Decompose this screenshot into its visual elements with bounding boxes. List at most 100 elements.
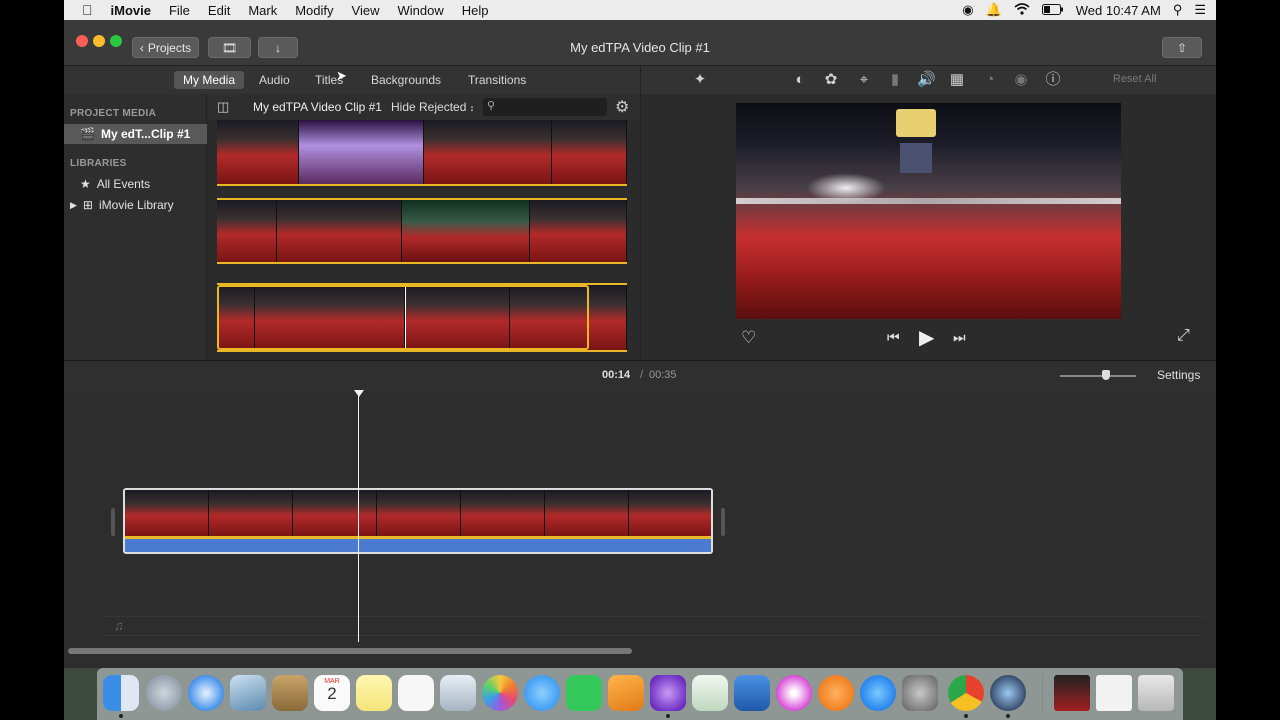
menu-edit[interactable]: Edit — [199, 3, 239, 18]
playhead[interactable] — [358, 390, 359, 642]
video-preview[interactable] — [736, 103, 1121, 319]
sidebar-item-imovie-library[interactable]: ▶ ⊞ iMovie Library — [64, 195, 207, 215]
viewer-pane: ♡ ⏮ ▶ ⏭ ⤢ — [640, 94, 1216, 360]
sidebar-toggle-icon[interactable]: ◫ — [217, 99, 229, 115]
timeline-clip[interactable] — [123, 488, 713, 554]
tab-my-media[interactable]: My Media — [174, 71, 245, 89]
browser-header: ◫ My edTPA Video Clip #1 Hide Rejected ↕… — [207, 94, 640, 120]
browser-clip[interactable] — [217, 198, 627, 264]
browser-clip[interactable] — [217, 283, 627, 352]
magic-wand-icon[interactable]: ✦ — [691, 71, 709, 89]
quicktime-icon[interactable] — [990, 675, 1026, 711]
battery-icon[interactable] — [1041, 3, 1064, 18]
notes-icon[interactable] — [356, 675, 392, 711]
menu-modify[interactable]: Modify — [286, 3, 342, 18]
menu-app-name[interactable]: iMovie — [102, 3, 160, 18]
notification-bell-icon[interactable]: 🔔 — [986, 2, 1002, 18]
play-icon[interactable]: ▶ — [919, 325, 934, 350]
share-button[interactable]: ⇧ — [1162, 37, 1202, 58]
stabilization-icon[interactable]: ▮ — [886, 71, 904, 89]
calendar-icon[interactable]: MAR 2 — [314, 675, 350, 711]
letterbox-left — [0, 0, 64, 720]
scoreboard-image — [900, 143, 932, 173]
skip-forward-icon[interactable]: ⏭ — [953, 329, 966, 346]
finder-icon[interactable] — [103, 675, 139, 711]
clip-filter-icon[interactable]: ◉ — [1012, 71, 1030, 89]
tab-backgrounds[interactable]: Backgrounds — [362, 71, 450, 89]
browser-clip[interactable] — [217, 120, 627, 186]
imovie-icon[interactable] — [650, 675, 686, 711]
photos-icon[interactable] — [482, 675, 518, 711]
photo-booth-icon[interactable] — [440, 675, 476, 711]
selection-range[interactable] — [217, 285, 589, 350]
reminders-icon[interactable] — [398, 675, 434, 711]
audio-waveform[interactable] — [125, 539, 711, 552]
info-icon[interactable]: ⓘ — [1044, 71, 1062, 89]
chrome-icon[interactable] — [948, 675, 984, 711]
screenshot-file-icon[interactable] — [1054, 675, 1090, 711]
numbers-icon[interactable] — [692, 675, 728, 711]
record-icon[interactable]: ◉ — [962, 2, 973, 18]
filter-select[interactable]: Hide Rejected ↕ — [391, 100, 474, 114]
spotlight-search-icon[interactable]: ⚲ — [1173, 2, 1183, 18]
favorite-heart-icon[interactable]: ♡ — [741, 328, 756, 348]
playhead-marker[interactable] — [354, 390, 364, 397]
contacts-icon[interactable] — [272, 675, 308, 711]
document-file-icon[interactable] — [1096, 675, 1132, 711]
imovie-window: ‹ Projects 🎞 ↓ My edTPA Video Clip #1 ⇧ … — [64, 20, 1216, 668]
messages-icon[interactable] — [524, 675, 560, 711]
dock: MAR 2 — [97, 668, 1183, 720]
safari-icon[interactable] — [188, 675, 224, 711]
ibooks-icon[interactable] — [818, 675, 854, 711]
volume-icon[interactable]: 🔊 — [917, 71, 936, 89]
trash-icon[interactable] — [1138, 675, 1174, 711]
gear-icon[interactable]: ⚙ — [615, 97, 629, 117]
speed-icon[interactable]: ◔ — [981, 71, 999, 89]
zoom-slider-knob[interactable] — [1101, 370, 1110, 380]
clip-frame — [530, 200, 627, 262]
itunes-icon[interactable] — [776, 675, 812, 711]
menu-mark[interactable]: Mark — [239, 3, 286, 18]
crop-icon[interactable]: ⌖ — [855, 71, 873, 89]
menu-window[interactable]: Window — [388, 3, 452, 18]
launchpad-icon[interactable] — [146, 675, 182, 711]
sidebar-item-all-events[interactable]: ★ All Events — [64, 174, 207, 194]
system-preferences-icon[interactable] — [902, 675, 938, 711]
skip-back-icon[interactable]: ⏮ — [887, 329, 900, 346]
timeline-end-handle[interactable] — [721, 508, 725, 536]
color-correction-icon[interactable]: ✿ — [822, 71, 840, 89]
color-balance-icon[interactable]: ◐ — [791, 71, 809, 89]
wifi-icon[interactable] — [1014, 2, 1030, 18]
star-icon: ★ — [80, 177, 91, 191]
tab-transitions[interactable]: Transitions — [459, 71, 535, 89]
clip-frame — [629, 490, 711, 536]
window-title: My edTPA Video Clip #1 — [570, 40, 710, 55]
sidebar-item-project[interactable]: 🎬 My edT...Clip #1 — [64, 124, 207, 144]
zoom-slider-track[interactable] — [1060, 375, 1136, 377]
facetime-icon[interactable] — [566, 675, 602, 711]
equalizer-icon[interactable]: ▦ — [948, 71, 966, 89]
reset-all-button[interactable]: Reset All — [1113, 73, 1156, 85]
timeline[interactable]: ♫ — [64, 390, 1216, 668]
clock-text[interactable]: Wed 10:47 AM — [1076, 3, 1161, 18]
tab-audio[interactable]: Audio — [250, 71, 299, 89]
music-track[interactable]: ♫ — [104, 616, 1204, 636]
menu-help[interactable]: Help — [453, 3, 498, 18]
menu-file[interactable]: File — [160, 3, 199, 18]
timeline-start-handle[interactable] — [111, 508, 115, 536]
apple-icon[interactable]:  — [64, 2, 102, 18]
window-titlebar: ‹ Projects 🎞 ↓ My edTPA Video Clip #1 ⇧ — [64, 20, 1216, 66]
timeline-settings-button[interactable]: Settings — [1157, 368, 1200, 382]
running-indicator — [1006, 714, 1010, 718]
horizontal-scrollbar[interactable] — [68, 648, 632, 654]
disclosure-triangle-icon[interactable]: ▶ — [70, 200, 77, 211]
fullscreen-icon[interactable]: ⤢ — [1177, 327, 1190, 345]
search-input[interactable]: ⚲ — [483, 98, 607, 116]
keynote-icon[interactable] — [734, 675, 770, 711]
preview-icon[interactable] — [230, 675, 266, 711]
app-store-icon[interactable] — [860, 675, 896, 711]
pages-icon[interactable] — [608, 675, 644, 711]
search-icon: ⚲ — [487, 100, 496, 112]
notification-center-icon[interactable]: ☰ — [1194, 2, 1206, 18]
menu-view[interactable]: View — [343, 3, 389, 18]
